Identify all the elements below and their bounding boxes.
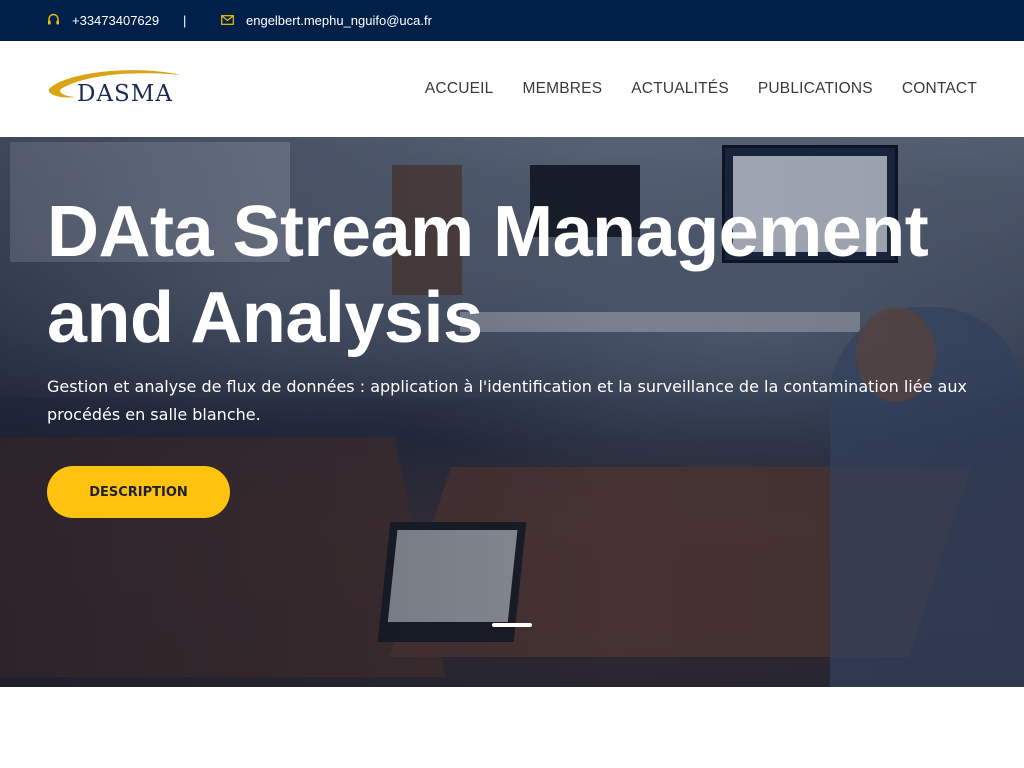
nav-actualites[interactable]: ACTUALITÉS bbox=[631, 80, 729, 98]
logo-text: DASMA bbox=[77, 81, 173, 107]
description-button[interactable]: DESCRIPTION bbox=[47, 466, 230, 518]
phone-number[interactable]: +33473407629 bbox=[72, 0, 159, 41]
nav-contact[interactable]: CONTACT bbox=[902, 80, 977, 98]
site-logo[interactable]: DASMA bbox=[47, 67, 182, 107]
slide-indicator[interactable] bbox=[492, 623, 532, 627]
email-address[interactable]: engelbert.mephu_nguifo@uca.fr bbox=[246, 0, 432, 41]
topbar-separator: | bbox=[183, 13, 187, 28]
nav-membres[interactable]: MEMBRES bbox=[522, 80, 602, 98]
main-nav: ACCUEIL MEMBRES ACTUALITÉS PUBLICATIONS … bbox=[425, 41, 977, 137]
site-header: DASMA ACCUEIL MEMBRES ACTUALITÉS PUBLICA… bbox=[0, 41, 1024, 137]
nav-publications[interactable]: PUBLICATIONS bbox=[758, 80, 873, 98]
envelope-icon bbox=[221, 15, 234, 25]
hero-subtitle: Gestion et analyse de flux de données : … bbox=[47, 377, 967, 424]
top-bar: +33473407629 | engelbert.mephu_nguifo@uc… bbox=[0, 0, 1024, 41]
headset-icon bbox=[48, 13, 59, 25]
nav-accueil[interactable]: ACCUEIL bbox=[425, 80, 494, 98]
hero-title: DAta Stream Management and Analysis bbox=[47, 192, 929, 358]
hero-slider: DAta Stream Management and Analysis Gest… bbox=[0, 137, 1024, 687]
